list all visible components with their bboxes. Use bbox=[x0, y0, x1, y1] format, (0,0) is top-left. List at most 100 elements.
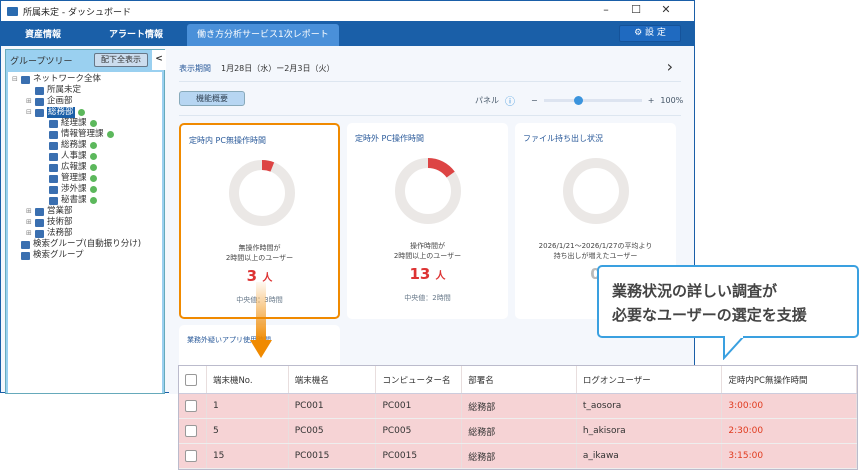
group-icon bbox=[49, 163, 58, 172]
tree-node[interactable]: ⊞ 技術部 bbox=[8, 217, 162, 228]
slider-thumb[interactable] bbox=[574, 96, 583, 105]
donut-track bbox=[229, 160, 295, 226]
tab-alerts[interactable]: アラート情報 bbox=[85, 24, 187, 46]
select-all-checkbox[interactable] bbox=[185, 373, 197, 386]
column-header[interactable]: 部署名 bbox=[462, 366, 577, 393]
tree-node-label: 総務部 bbox=[47, 107, 75, 118]
group-icon bbox=[49, 141, 58, 150]
table-cell: PC001 bbox=[376, 394, 463, 418]
tree-node[interactable]: 管理課 bbox=[8, 173, 162, 184]
tree-node-label: 秘書課 bbox=[61, 195, 87, 205]
info-icon[interactable]: ⓘ bbox=[505, 93, 515, 108]
settings-button[interactable]: ⚙ 設 定 bbox=[619, 25, 681, 42]
table-cell: 1 bbox=[207, 394, 289, 418]
expand-toggle[interactable]: ⊞ bbox=[26, 96, 33, 107]
tree-node[interactable]: ⊟ 総務部 bbox=[8, 107, 162, 118]
tree-node[interactable]: 検索グループ bbox=[8, 250, 162, 261]
app-window: 所属未定 - ダッシュボード – ☐ ✕ 資産情報 アラート情報 働き方分析サー… bbox=[0, 0, 695, 394]
table-cell: h_akisora bbox=[577, 419, 723, 443]
column-header[interactable]: 端末機No. bbox=[207, 366, 289, 393]
group-icon bbox=[35, 86, 44, 95]
next-period-button[interactable]: › bbox=[667, 57, 673, 76]
tree-node[interactable]: ⊟ ネットワーク全体 bbox=[8, 74, 162, 85]
tree-node[interactable]: 総務課 bbox=[8, 140, 162, 151]
group-icon bbox=[49, 185, 58, 194]
donut-chart bbox=[395, 158, 461, 224]
tree-node[interactable]: 経理課 bbox=[8, 118, 162, 129]
tree-node-label: 経理課 bbox=[61, 118, 87, 128]
table-cell: 15 bbox=[207, 444, 289, 468]
tree-node[interactable]: 広報課 bbox=[8, 162, 162, 173]
tree-node[interactable]: ⊞ 営業部 bbox=[8, 206, 162, 217]
card-desc-1: 無操作時間が bbox=[238, 244, 281, 252]
expand-toggle[interactable]: ⊟ bbox=[26, 107, 33, 118]
zoom-out-button[interactable]: − bbox=[531, 96, 538, 105]
tree-node[interactable]: 所属未定 bbox=[8, 85, 162, 96]
tab-workstyle-report[interactable]: 働き方分析サービス1次レポート bbox=[187, 24, 339, 46]
table-row[interactable]: 5 PC005 PC005 総務部 h_akisora 2:30:00 bbox=[179, 419, 858, 444]
tree-node[interactable]: ⊞ 法務部 bbox=[8, 228, 162, 239]
expand-toggle[interactable]: ⊞ bbox=[26, 228, 33, 239]
table-cell: 3:15:00 bbox=[722, 444, 858, 468]
tree-node-label: 管理課 bbox=[61, 173, 87, 183]
tree-node-label: ネットワーク全体 bbox=[33, 74, 102, 84]
group-tree-title: グループツリー bbox=[10, 56, 73, 67]
main-tabs: 資産情報 アラート情報 働き方分析サービス1次レポート ⚙ 設 定 bbox=[1, 21, 694, 46]
down-arrow-icon bbox=[250, 282, 272, 358]
table-cell: t_aosora bbox=[577, 394, 723, 418]
tree-node[interactable]: 検索グループ(自動振り分け) bbox=[8, 239, 162, 250]
table-cell: PC005 bbox=[289, 419, 377, 443]
expand-toggle[interactable]: ⊞ bbox=[26, 206, 33, 217]
tree-node-label: 営業部 bbox=[47, 206, 73, 216]
maximize-button[interactable]: ☐ bbox=[621, 3, 651, 16]
period-label: 表示期間 bbox=[179, 64, 211, 73]
minimize-button[interactable]: – bbox=[591, 3, 621, 16]
tree-node-label: 広報課 bbox=[61, 162, 87, 172]
expand-toggle[interactable]: ⊞ bbox=[26, 217, 33, 228]
card-title: 定時外 PC操作時間 bbox=[355, 134, 424, 143]
panel-label: パネル bbox=[475, 96, 499, 105]
check-icon bbox=[89, 186, 97, 193]
table-row[interactable]: 15 PC0015 PC0015 総務部 a_ikawa 3:15:00 bbox=[179, 444, 858, 469]
donut-track bbox=[563, 158, 629, 224]
table-cell: PC001 bbox=[289, 394, 377, 418]
row-checkbox[interactable] bbox=[185, 400, 197, 412]
zoom-in-button[interactable]: + bbox=[648, 96, 655, 105]
collapse-panel-button[interactable]: < bbox=[152, 50, 166, 70]
panel-size-slider[interactable] bbox=[543, 96, 642, 105]
donut-chart bbox=[563, 158, 629, 224]
callout-box: 業務状況の詳しい調査が 必要なユーザーの選定を支援 bbox=[597, 265, 859, 338]
tree-node-label: 総務課 bbox=[61, 140, 87, 150]
tree-node-label: 渉外課 bbox=[61, 184, 87, 194]
divider bbox=[179, 81, 681, 82]
row-checkbox[interactable] bbox=[185, 425, 197, 437]
column-header[interactable]: 端末機名 bbox=[289, 366, 377, 393]
table-row[interactable]: 1 PC001 PC001 総務部 t_aosora 3:00:00 bbox=[179, 394, 858, 419]
table-cell: 総務部 bbox=[462, 444, 577, 468]
feature-overview-button[interactable]: 機能概要 bbox=[179, 91, 245, 106]
close-button[interactable]: ✕ bbox=[651, 3, 681, 16]
card-desc-2: 持ち出しが増えたユーザー bbox=[553, 252, 638, 260]
group-icon bbox=[49, 119, 58, 128]
tree-node-label: 所属未定 bbox=[47, 85, 82, 95]
summary-card[interactable]: 定時外 PC操作時間 操作時間が 2時間以上のユーザー 13 人 中央値：2時間 bbox=[347, 123, 508, 319]
check-icon bbox=[77, 109, 85, 116]
show-all-button[interactable]: 配下全表示 bbox=[94, 53, 148, 67]
period-value: 1月28日（水）ー2月3日（火） bbox=[221, 64, 335, 73]
tree-node[interactable]: 秘書課 bbox=[8, 195, 162, 206]
column-header[interactable]: 定時内PC無操作時間 bbox=[722, 366, 858, 393]
tree-node-label: 情報管理課 bbox=[61, 129, 104, 139]
tree-node[interactable]: 人事課 bbox=[8, 151, 162, 162]
tree-node[interactable]: 渉外課 bbox=[8, 184, 162, 195]
tree-node-label: 人事課 bbox=[61, 151, 87, 161]
tab-assets[interactable]: 資産情報 bbox=[1, 24, 85, 46]
check-icon bbox=[89, 197, 97, 204]
row-checkbox[interactable] bbox=[185, 450, 197, 462]
tree-node[interactable]: ⊞ 企画部 bbox=[8, 96, 162, 107]
column-header[interactable]: コンピューター名 bbox=[376, 366, 463, 393]
group-icon bbox=[49, 152, 58, 161]
column-header[interactable]: ログオンユーザー bbox=[577, 366, 723, 393]
group-icon bbox=[35, 229, 44, 238]
tree-node[interactable]: 情報管理課 bbox=[8, 129, 162, 140]
expand-toggle[interactable]: ⊟ bbox=[12, 74, 19, 85]
